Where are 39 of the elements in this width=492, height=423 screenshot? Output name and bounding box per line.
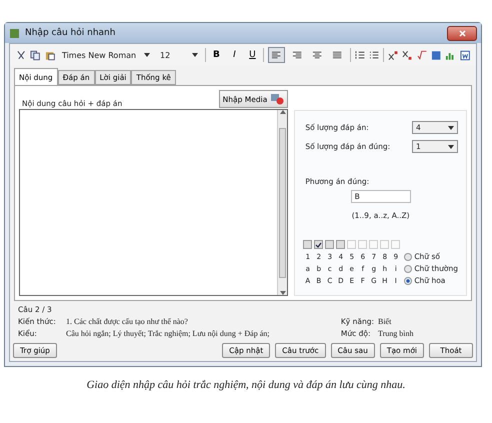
align-icon <box>292 50 302 60</box>
close-button[interactable] <box>447 26 477 40</box>
level-value: Trung bình <box>378 329 414 338</box>
skill-value: Biết <box>378 317 392 326</box>
align-left-button[interactable] <box>268 47 285 63</box>
subscript-icon[interactable] <box>402 50 413 60</box>
checkbox[interactable] <box>325 240 334 249</box>
checkbox[interactable] <box>336 240 346 249</box>
superscript-icon[interactable] <box>388 50 398 60</box>
align-icon <box>271 50 282 60</box>
italic-button[interactable]: I <box>227 47 242 63</box>
scroll-down-icon[interactable] <box>280 291 286 295</box>
checkbox[interactable] <box>314 240 324 249</box>
check-icon <box>315 242 322 248</box>
caret-icon <box>448 126 454 130</box>
copy-icon[interactable] <box>30 50 41 60</box>
align-icon <box>312 50 322 60</box>
bold-button[interactable]: B <box>209 47 224 63</box>
scissors-icon[interactable] <box>16 50 26 60</box>
align-icon <box>332 50 343 60</box>
checkbox[interactable] <box>303 240 312 249</box>
figure-caption: Giao diện nhập câu hỏi trắc nghiệm, nội dung và đáp án lưu cùng nhau. <box>86 379 406 391</box>
bullet-list-icon[interactable] <box>368 50 380 60</box>
caret-icon <box>144 53 150 57</box>
close-icon <box>458 30 466 36</box>
paste-icon[interactable] <box>44 50 55 60</box>
knowledge-value: 1. Các chất được cấu tạo như thế nào? <box>66 317 189 326</box>
scroll-up-icon[interactable] <box>280 110 286 114</box>
type-value: Câu hỏi ngắn; Lý thuyết; Trắc nghiệm; Lưu nội dung + Đáp án; <box>66 329 270 338</box>
app-icon[interactable] <box>9 28 20 38</box>
square-root-icon[interactable] <box>416 50 428 60</box>
numbered-list-icon[interactable] <box>354 50 365 60</box>
document-icon[interactable] <box>460 50 470 60</box>
caret-icon <box>192 53 198 57</box>
window-title: Nhập câu hỏi nhanh <box>25 28 116 38</box>
scrollbar[interactable] <box>277 110 288 295</box>
media-icon <box>270 93 284 105</box>
caret-icon <box>448 144 454 148</box>
underline-button[interactable]: U <box>245 47 260 63</box>
